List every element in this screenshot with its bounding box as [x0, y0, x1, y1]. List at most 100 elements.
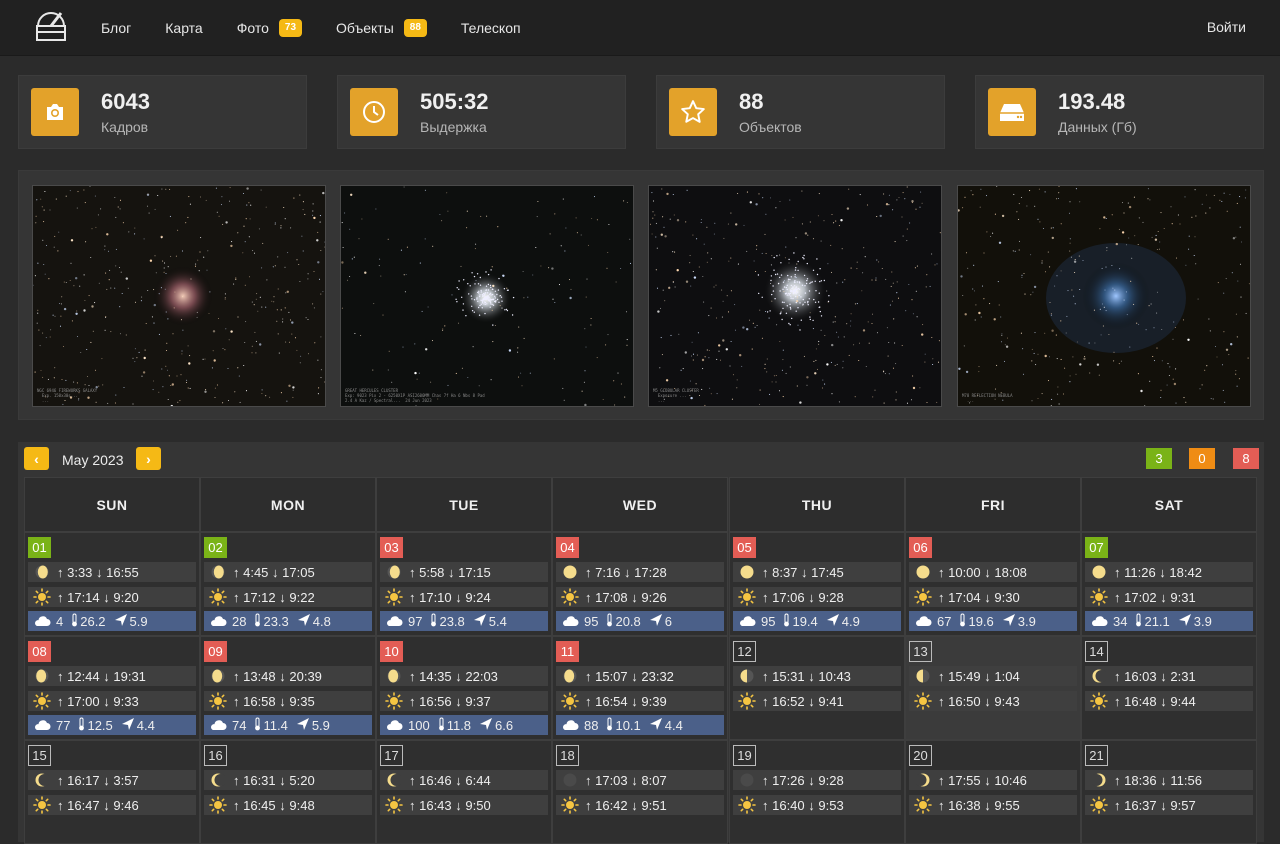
moon-times: ↑ 16:17 ↓ 3:57	[57, 773, 139, 788]
moon-phase-icon	[28, 562, 56, 582]
nav-link-0[interactable]: Блог	[101, 20, 131, 36]
photo-globular-cluster[interactable]: M5 GLOBULAR CLUSTER Exposure ... ...	[648, 185, 942, 407]
weather-row: 9520.86	[556, 611, 724, 631]
nav-link-2[interactable]: Фото73	[237, 19, 302, 37]
calendar-day-03[interactable]: 03↑ 5:58 ↓ 17:15↑ 17:10 ↓ 9:249723.85.4	[376, 532, 552, 636]
calendar-day-06[interactable]: 06↑ 10:00 ↓ 18:08↑ 17:04 ↓ 9:306719.63.9	[905, 532, 1081, 636]
moon-phase-icon	[1085, 770, 1113, 790]
stat-value: 6043	[101, 89, 150, 115]
moon-times: ↑ 5:58 ↓ 17:15	[409, 565, 491, 580]
stat-label: Объектов	[739, 119, 802, 135]
moon-times: ↑ 12:44 ↓ 19:31	[57, 669, 146, 684]
sun-row: ↑ 16:42 ↓ 9:51	[556, 795, 724, 815]
moon-phase-icon	[556, 770, 584, 790]
weather-values: 8810.14.4	[584, 717, 691, 734]
next-month-button[interactable]: ›	[136, 447, 161, 470]
cloud-cover: 95	[761, 614, 775, 629]
stat-card: 505:32 Выдержка	[337, 75, 626, 149]
wind-speed: 5.9	[312, 718, 330, 733]
calendar-day-08[interactable]: 08↑ 12:44 ↓ 19:31↑ 17:00 ↓ 9:337712.54.4	[24, 636, 200, 740]
observatory-logo-icon[interactable]	[34, 10, 68, 42]
day-number: 18	[556, 745, 579, 766]
moon-phase-icon	[28, 770, 56, 790]
calendar-day-10[interactable]: 10↑ 14:35 ↓ 22:03↑ 16:56 ↓ 9:3710011.86.…	[376, 636, 552, 740]
cloud-icon	[380, 715, 408, 735]
moon-times: ↑ 11:26 ↓ 18:42	[1114, 565, 1202, 580]
calendar-day-19[interactable]: 19↑ 17:26 ↓ 9:28↑ 16:40 ↓ 9:53	[729, 740, 905, 844]
calendar-day-15[interactable]: 15↑ 16:17 ↓ 3:57↑ 16:47 ↓ 9:46	[24, 740, 200, 844]
moon-times: ↑ 3:33 ↓ 16:55	[57, 565, 139, 580]
calendar-day-12[interactable]: 12↑ 15:31 ↓ 10:43↑ 16:52 ↓ 9:41	[729, 636, 905, 740]
calendar-day-20[interactable]: 20↑ 17:55 ↓ 10:46↑ 16:38 ↓ 9:55	[905, 740, 1081, 844]
photo-galaxy[interactable]: NGC 6946 FIREWORKS GALAXY Exp. 150x30s..…	[32, 185, 326, 407]
sun-row: ↑ 17:12 ↓ 9:22	[204, 587, 372, 607]
wind-speed: 5.4	[489, 614, 507, 629]
calendar-day-16[interactable]: 16↑ 16:31 ↓ 5:20↑ 16:45 ↓ 9:48	[200, 740, 376, 844]
top-navbar: Блог Карта Фото73 Объекты88 Телескоп Войти	[0, 0, 1280, 56]
photo-nebula[interactable]: M78 REFLECTION NEBULA ...	[957, 185, 1251, 407]
calendar-day-04[interactable]: 04↑ 7:16 ↓ 17:28↑ 17:08 ↓ 9:269520.86	[552, 532, 728, 636]
sun-times: ↑ 16:38 ↓ 9:55	[938, 798, 1020, 813]
sun-times: ↑ 17:06 ↓ 9:28	[762, 590, 844, 605]
calendar-day-18[interactable]: 18↑ 17:03 ↓ 8:07↑ 16:42 ↓ 9:51	[552, 740, 728, 844]
count-badge: 88	[404, 19, 427, 37]
sun-icon	[204, 795, 232, 815]
calendar: ‹ May 2023 › 308 SUNMONTUEWEDTHUFRISAT01…	[18, 442, 1264, 842]
sun-times: ↑ 16:52 ↓ 9:41	[762, 694, 844, 709]
moon-phase-icon	[380, 666, 408, 686]
moon-row: ↑ 7:16 ↓ 17:28	[556, 562, 724, 582]
moon-phase-icon	[204, 562, 232, 582]
stat-value: 505:32	[420, 89, 489, 115]
sun-times: ↑ 16:56 ↓ 9:37	[409, 694, 491, 709]
nav-link-1[interactable]: Карта	[165, 20, 202, 36]
sun-times: ↑ 16:42 ↓ 9:51	[585, 798, 667, 813]
temperature: 23.8	[439, 614, 464, 629]
moon-times: ↑ 18:36 ↓ 11:56	[1114, 773, 1202, 788]
moon-row: ↑ 17:55 ↓ 10:46	[909, 770, 1077, 790]
day-number: 03	[380, 537, 403, 558]
thermometer-icon	[430, 613, 437, 630]
cloud-cover: 34	[1113, 614, 1127, 629]
calendar-day-17[interactable]: 17↑ 16:46 ↓ 6:44↑ 16:43 ↓ 9:50	[376, 740, 552, 844]
moon-phase-icon	[556, 562, 584, 582]
photo-hercules-cluster[interactable]: GREAT HERCULES CLUSTER Exp: 9023 Pix 2 -…	[340, 185, 634, 407]
calendar-day-05[interactable]: 05↑ 8:37 ↓ 17:45↑ 17:06 ↓ 9:289519.44.9	[729, 532, 905, 636]
cloud-icon	[28, 715, 56, 735]
calendar-day-11[interactable]: 11↑ 15:07 ↓ 23:32↑ 16:54 ↓ 9:398810.14.4	[552, 636, 728, 740]
calendar-day-21[interactable]: 21↑ 18:36 ↓ 11:56↑ 16:37 ↓ 9:57	[1081, 740, 1257, 844]
calendar-day-01[interactable]: 01↑ 3:33 ↓ 16:55↑ 17:14 ↓ 9:20426.25.9	[24, 532, 200, 636]
calendar-day-14[interactable]: 14↑ 16:03 ↓ 2:31↑ 16:48 ↓ 9:44	[1081, 636, 1257, 740]
sun-row: ↑ 16:58 ↓ 9:35	[204, 691, 372, 711]
moon-row: ↑ 16:31 ↓ 5:20	[204, 770, 372, 790]
moon-row: ↑ 16:46 ↓ 6:44	[380, 770, 548, 790]
login-link[interactable]: Войти	[1207, 19, 1246, 35]
calendar-day-02[interactable]: 02↑ 4:45 ↓ 17:05↑ 17:12 ↓ 9:222823.34.8	[200, 532, 376, 636]
sun-icon	[204, 691, 232, 711]
calendar-day-07[interactable]: 07↑ 11:26 ↓ 18:42↑ 17:02 ↓ 9:313421.13.9	[1081, 532, 1257, 636]
calendar-day-13[interactable]: 13↑ 15:49 ↓ 1:04↑ 16:50 ↓ 9:43	[905, 636, 1081, 740]
weekday-header: MON	[200, 477, 376, 532]
clock-icon	[350, 88, 398, 136]
prev-month-button[interactable]: ‹	[24, 447, 49, 470]
day-number: 19	[733, 745, 756, 766]
nav-link-3[interactable]: Объекты88	[336, 19, 427, 37]
sun-row: ↑ 16:54 ↓ 9:39	[556, 691, 724, 711]
moon-times: ↑ 15:31 ↓ 10:43	[762, 669, 851, 684]
moon-row: ↑ 4:45 ↓ 17:05	[204, 562, 372, 582]
sun-icon	[733, 691, 761, 711]
stat-label: Кадров	[101, 119, 148, 135]
sun-times: ↑ 16:58 ↓ 9:35	[233, 694, 315, 709]
stat-label: Выдержка	[420, 119, 487, 135]
sun-icon	[909, 691, 937, 711]
stat-value: 88	[739, 89, 763, 115]
moon-row: ↑ 13:48 ↓ 20:39	[204, 666, 372, 686]
cloud-cover: 28	[232, 614, 246, 629]
count-badge: 73	[279, 19, 302, 37]
stat-card: 6043 Кадров	[18, 75, 307, 149]
stat-card: 193.48Данных (Гб)	[975, 75, 1264, 149]
sun-times: ↑ 16:40 ↓ 9:53	[762, 798, 844, 813]
weather-row: 8810.14.4	[556, 715, 724, 735]
wind-icon	[1178, 613, 1192, 630]
calendar-day-09[interactable]: 09↑ 13:48 ↓ 20:39↑ 16:58 ↓ 9:357411.45.9	[200, 636, 376, 740]
nav-link-4[interactable]: Телескоп	[461, 20, 521, 36]
